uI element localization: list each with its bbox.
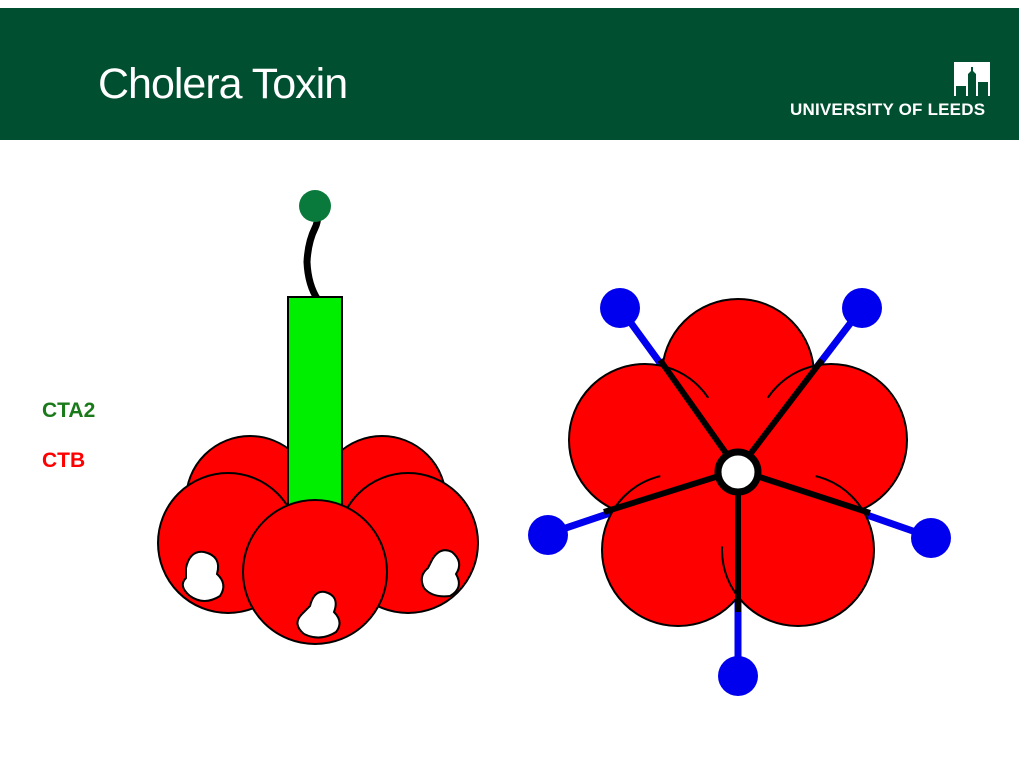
leeds-tower-icon xyxy=(954,62,990,96)
top-strip xyxy=(0,0,1019,8)
side-view xyxy=(157,190,479,645)
cta2-tip xyxy=(299,190,331,222)
ligand-ball-right xyxy=(911,518,951,558)
ligand-ball-top-left xyxy=(600,288,640,328)
slide-title: Cholera Toxin xyxy=(98,60,348,108)
central-pore xyxy=(714,448,762,496)
top-view xyxy=(528,288,951,696)
ligand-ball-top-right xyxy=(842,288,882,328)
ligand-ball-left xyxy=(528,515,568,555)
cta2-rod xyxy=(287,296,343,513)
ligand-ball-bottom xyxy=(718,656,758,696)
toxin-diagram xyxy=(157,190,951,696)
university-logo: UNIVERSITY OF LEEDS xyxy=(790,62,994,122)
university-name: UNIVERSITY OF LEEDS xyxy=(790,100,986,119)
